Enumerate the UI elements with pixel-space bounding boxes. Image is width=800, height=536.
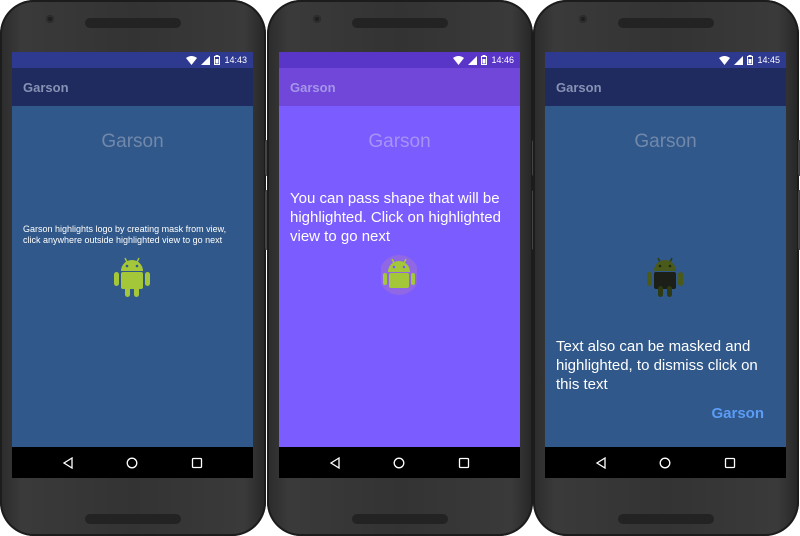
phone-1-screen: 14:43 Garson Garson Garson highlights lo… <box>12 52 253 478</box>
tutorial-message[interactable]: Text also can be masked and highlighted,… <box>556 337 782 394</box>
signal-icon <box>734 55 744 65</box>
bottom-speaker <box>618 514 714 524</box>
app-bar: Garson <box>12 68 253 106</box>
content-area[interactable]: Garson Text also can be masked and highl… <box>545 106 786 447</box>
earpiece-speaker <box>352 18 448 28</box>
status-bar: 14:46 <box>279 52 520 68</box>
battery-icon <box>481 55 488 65</box>
app-bar: Garson <box>279 68 520 106</box>
phone-3: 14:45 Garson Garson Text also can be mas… <box>533 0 800 536</box>
phone-1: 14:43 Garson Garson Garson highlights lo… <box>0 0 269 536</box>
phone-3-screen: 14:45 Garson Garson Text also can be mas… <box>545 52 786 478</box>
home-icon[interactable] <box>122 453 142 473</box>
recents-icon[interactable] <box>454 453 474 473</box>
tutorial-message: You can pass shape that will be highligh… <box>290 190 501 245</box>
header-text: Garson <box>368 131 431 152</box>
phone-2: 14:46 Garson Garson You can pass shape t… <box>267 0 536 536</box>
status-bar: 14:45 <box>545 52 786 68</box>
status-bar: 14:43 <box>12 52 253 68</box>
highlight-link[interactable]: Garson <box>711 405 764 422</box>
wifi-icon <box>453 55 465 65</box>
app-bar-title: Garson <box>23 79 69 95</box>
header-text: Garson <box>101 131 164 152</box>
front-camera <box>579 15 587 23</box>
navigation-bar <box>12 447 253 478</box>
signal-icon <box>468 55 478 65</box>
tutorial-message: Garson highlights logo by creating mask … <box>23 224 227 245</box>
status-time: 14:43 <box>224 55 247 65</box>
battery-icon <box>747 55 754 65</box>
content-area[interactable]: Garson You can pass shape that will be h… <box>279 106 520 447</box>
front-camera <box>46 15 54 23</box>
back-icon[interactable] <box>591 453 611 473</box>
app-bar: Garson <box>545 68 786 106</box>
home-icon[interactable] <box>655 453 675 473</box>
status-time: 14:45 <box>757 55 780 65</box>
status-time: 14:46 <box>491 55 514 65</box>
android-logo-icon[interactable] <box>379 255 419 304</box>
back-icon[interactable] <box>58 453 78 473</box>
signal-icon <box>201 55 211 65</box>
content-area[interactable]: Garson Garson highlights logo by creatin… <box>12 106 253 447</box>
home-icon[interactable] <box>389 453 409 473</box>
earpiece-speaker <box>618 18 714 28</box>
android-logo-icon <box>647 256 683 303</box>
app-bar-title: Garson <box>290 79 336 95</box>
bottom-speaker <box>85 514 181 524</box>
recents-icon[interactable] <box>720 453 740 473</box>
bottom-speaker <box>352 514 448 524</box>
recents-icon[interactable] <box>187 453 207 473</box>
wifi-icon <box>186 55 198 65</box>
app-bar-title: Garson <box>556 79 602 95</box>
android-logo-icon[interactable] <box>114 256 150 303</box>
header-text: Garson <box>634 131 697 152</box>
earpiece-speaker <box>85 18 181 28</box>
navigation-bar <box>545 447 786 478</box>
wifi-icon <box>719 55 731 65</box>
front-camera <box>313 15 321 23</box>
battery-icon <box>214 55 221 65</box>
phone-2-screen: 14:46 Garson Garson You can pass shape t… <box>279 52 520 478</box>
navigation-bar <box>279 447 520 478</box>
back-icon[interactable] <box>325 453 345 473</box>
